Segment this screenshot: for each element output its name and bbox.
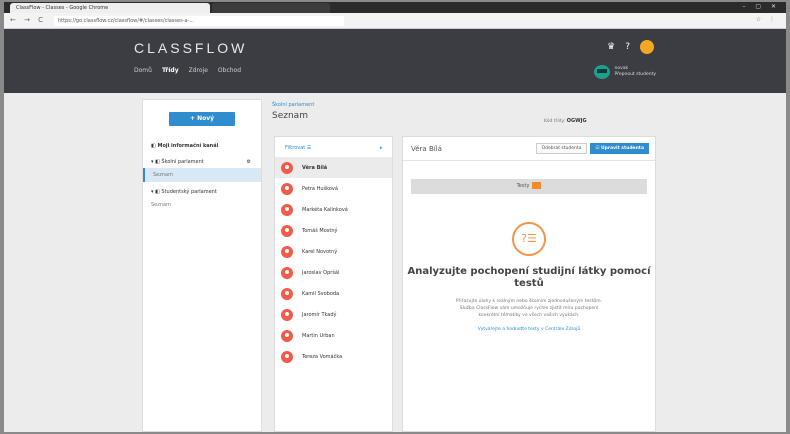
student-row[interactable]: Markéta Kalinková (275, 199, 392, 220)
user-role: Přepnout studenty (614, 72, 656, 77)
sidebar-group-student[interactable]: ▾ ◧ Studentský parlament (143, 186, 261, 198)
student-avatar-icon (281, 161, 293, 174)
filter-label[interactable]: Filtrovat ☰ (285, 145, 311, 151)
student-name-label: Petra Hušková (302, 185, 338, 192)
sidebar-item-school-roster[interactable]: Seznam (143, 168, 261, 182)
nav-item-resources[interactable]: Zdroje (189, 67, 208, 74)
student-avatar-icon (281, 245, 293, 258)
detail-header: Věra Bílá Odebrat studenta ☑ Upravit stu… (403, 137, 655, 161)
nav-item-store[interactable]: Obchod (218, 67, 241, 74)
student-name-label: Martin Urban (302, 332, 335, 339)
page-title: Seznam (272, 111, 308, 121)
resource-center-link[interactable]: Vytvářejte a hodnoťte testy v Centrále Z… (403, 327, 655, 332)
student-avatar-icon (281, 350, 293, 363)
group-menu-icon[interactable]: ⚙ (247, 159, 251, 165)
chevron-down-icon: ▾ ◧ (151, 189, 162, 195)
student-row[interactable]: Tomáš Mostný (275, 220, 392, 241)
sidebar-item-student-roster[interactable]: Seznam (143, 198, 261, 212)
student-row[interactable]: Tereza Vomáčka (275, 346, 392, 367)
student-avatar-icon (281, 203, 293, 216)
student-row[interactable]: Jaroslav Opršál (275, 262, 392, 283)
graduation-cap-icon (594, 65, 611, 79)
sidebar-group-school[interactable]: ▾ ◧ Školní parlament ⚙ (143, 156, 261, 168)
student-row[interactable]: Kamil Svoboda (275, 283, 392, 304)
student-avatar-icon (281, 329, 293, 342)
browser-window: ClassFlow - Classes - Google Chrome – ▢ … (4, 2, 786, 432)
student-row[interactable]: Petra Hušková (275, 178, 392, 199)
new-button[interactable]: + Nový (169, 112, 235, 126)
sort-icon[interactable]: ⬧ (380, 145, 382, 151)
tests-badge (532, 182, 542, 189)
breadcrumb[interactable]: Školní parlament (272, 102, 392, 108)
student-name-label: Karel Novotný (302, 248, 338, 255)
student-avatar-icon (281, 182, 293, 195)
header-icons: ♛ ? (607, 40, 654, 54)
browser-ext-icons[interactable]: ☆ ⋮ (756, 16, 778, 23)
page-heading: Školní parlament Seznam (272, 93, 392, 121)
app-logo[interactable]: CLASSFLOW (134, 40, 247, 56)
student-name-label: Kamil Svoboda (302, 290, 340, 297)
student-name-label: Markéta Kalinková (302, 206, 348, 213)
student-avatar-icon (281, 287, 293, 300)
student-detail-panel: Věra Bílá Odebrat studenta ☑ Upravit stu… (402, 136, 656, 432)
student-list: Věra Bílá Petra Hušková Markéta Kalinková T… (275, 157, 392, 367)
chevron-down-icon: ▾ ◧ (151, 159, 162, 165)
student-name-label: Tomáš Mostný (302, 227, 338, 234)
content-area: + Nový ◧ Moji informační kanál ▾ ◧ Školn… (4, 93, 786, 432)
student-row[interactable]: Karel Novotný (275, 241, 392, 262)
student-avatar-icon (281, 308, 293, 321)
student-avatar-icon (281, 266, 293, 279)
remove-student-button[interactable]: Odebrat studenta (535, 143, 588, 154)
nav-item-home[interactable]: Domů (134, 67, 152, 74)
student-avatar-icon (281, 224, 293, 237)
student-name-label: Jaromír Tkadý (302, 311, 337, 318)
student-row[interactable]: Jaromír Tkadý (275, 304, 392, 325)
browser-tab[interactable]: ClassFlow - Classes - Google Chrome (10, 3, 210, 13)
user-menu[interactable]: novak Přepnout studenty (594, 65, 656, 79)
student-name-label: Věra Bílá (302, 164, 328, 171)
student-row[interactable]: Věra Bílá (275, 157, 392, 178)
help-icon[interactable]: ? (625, 42, 630, 52)
browser-titlebar: ClassFlow - Classes - Google Chrome – ▢ … (4, 2, 786, 13)
address-bar-row: ← → C https://go.classflow.cz/classflow/… (4, 13, 786, 29)
student-name-label: Jaroslav Opršál (302, 269, 340, 276)
sidebar-feed-title[interactable]: ◧ Moji informační kanál (143, 140, 261, 152)
quiz-icon: ?☰ (512, 222, 546, 256)
student-list-panel: Filtrovat ☰ ⬧ Věra Bílá Petra Hušková Mark… (274, 136, 393, 432)
nav-item-classes[interactable]: Třídy (162, 67, 179, 74)
student-name: Věra Bílá (411, 144, 442, 153)
user-name: novak (614, 66, 629, 71)
account-avatar[interactable] (640, 40, 654, 54)
class-code: Kód třídy: OGWJG (544, 118, 587, 124)
edit-student-button[interactable]: ☑ Upravit studenta (590, 143, 649, 154)
sidebar: + Nový ◧ Moji informační kanál ▾ ◧ Školn… (142, 99, 262, 432)
trophy-icon[interactable]: ♛ (607, 42, 615, 52)
student-row[interactable]: Martin Urban (275, 325, 392, 346)
tests-tab[interactable]: Testy (411, 179, 647, 194)
main-nav: Domů Třídy Zdroje Obchod (134, 67, 241, 74)
browser-nav-icons[interactable]: ← → C (10, 16, 46, 24)
browser-tab-secondary[interactable] (212, 3, 330, 13)
url-field[interactable]: https://go.classflow.cz/classflow/#/clas… (54, 16, 344, 26)
student-filter[interactable]: Filtrovat ☰ ⬧ (275, 137, 392, 157)
empty-state-body: Přiřazujte úlohy k reálným nebo školním … (455, 299, 603, 318)
empty-state-title: Analyzujte pochopení studijní látky pomo… (407, 266, 651, 289)
app-header: CLASSFLOW ♛ ? Domů Třídy Zdroje Obchod n… (4, 29, 786, 93)
window-controls[interactable]: – ▢ ✕ (742, 3, 780, 10)
student-name-label: Tereza Vomáčka (302, 353, 343, 360)
